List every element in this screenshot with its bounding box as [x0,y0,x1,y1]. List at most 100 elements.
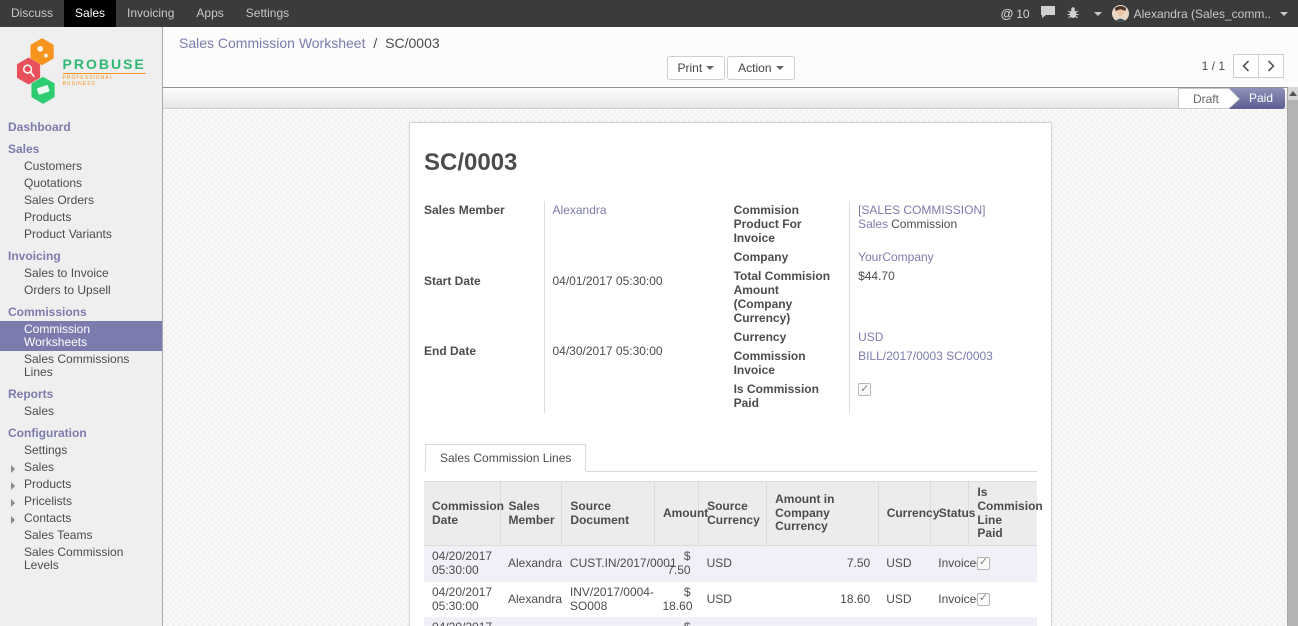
sidebar-item-config-pricelists[interactable]: Pricelists [0,493,162,510]
cell-amount: $ 18.60 [654,582,698,618]
table-row[interactable]: 04/20/2017 10:35:53 Alexandra SO008 $ 18… [424,617,1037,626]
field-row: Start Date 04/01/2017 05:30:00 [424,272,712,343]
breadcrumb-parent-link[interactable]: Sales Commission Worksheet [179,35,365,51]
action-button[interactable]: Action [727,56,794,80]
sidebar-section-configuration[interactable]: Configuration [0,425,162,442]
col-header-currency: Currency [878,482,930,546]
action-button-label: Action [738,61,771,75]
nav-item-discuss[interactable]: Discuss [0,0,64,27]
field-value-end-date: 04/30/2017 05:30:00 [544,342,712,413]
sidebar-item-sales-teams[interactable]: Sales Teams [0,527,162,544]
breadcrumb-separator: / [373,35,377,51]
sidebar-item-product-variants[interactable]: Product Variants [0,226,162,243]
sidebar-item-quotations[interactable]: Quotations [0,175,162,192]
nav-item-invoicing[interactable]: Invoicing [116,0,185,27]
sidebar-item-config-contacts[interactable]: Contacts [0,510,162,527]
tab-strip: Sales Commission Lines [424,443,1037,472]
pager-previous-button[interactable] [1233,54,1259,78]
scrollbar-thumb[interactable] [1288,100,1298,626]
sidebar-section-sales[interactable]: Sales [0,141,162,158]
cell-amount-company: 18.60 [767,582,879,618]
field-label-end-date: End Date [424,342,544,413]
status-step-draft[interactable]: Draft [1178,88,1229,109]
sidebar-item-config-settings[interactable]: Settings [0,442,162,459]
user-menu[interactable]: Alexandra (Sales_comm.. [1112,5,1288,22]
debug-icon[interactable] [1066,6,1080,22]
sidebar-item-sales-orders[interactable]: Sales Orders [0,192,162,209]
chevron-down-icon [776,66,784,70]
action-button-box: Print Action [665,56,795,80]
field-label-commission-product: Commision Product For Invoice [734,201,850,248]
col-header-commission-date: Commission Date [424,482,500,546]
mention-counter[interactable]: @ 10 [1001,6,1030,21]
field-label-company: Company [734,248,850,267]
messages-icon[interactable] [1040,5,1056,22]
field-row: Company YourCompany [734,248,1037,267]
at-icon: @ [1001,6,1014,21]
avatar [1112,5,1129,22]
commission-invoice-link[interactable]: BILL/2017/0003 SC/0003 [858,349,993,363]
field-row: End Date 04/30/2017 05:30:00 [424,342,712,413]
pager-buttons [1233,54,1284,78]
commission-lines-table: Commission Date Sales Member Source Docu… [424,481,1037,626]
pager-count: 1 / 1 [1202,59,1225,73]
debug-caret-icon[interactable] [1094,12,1102,16]
tab-sales-commission-lines[interactable]: Sales Commission Lines [425,444,586,472]
sales-member-link[interactable]: Alexandra [553,203,607,217]
top-navbar: Discuss Sales Invoicing Apps Settings @ … [0,0,1298,27]
sidebar-item-dashboard[interactable]: Dashboard [0,119,162,136]
notebook: Sales Commission Lines Commission Date S… [424,443,1037,626]
pager-next-button[interactable] [1258,54,1284,78]
cell-date: 04/20/2017 05:30:00 [424,582,500,618]
app-menu: Discuss Sales Invoicing Apps Settings [0,0,300,27]
scroll-up-button[interactable] [1288,87,1298,100]
cell-currency: USD [878,546,930,582]
sidebar-item-config-products[interactable]: Products [0,476,162,493]
table-row[interactable]: 04/20/2017 05:30:00 Alexandra INV/2017/0… [424,582,1037,618]
sidebar-section-invoicing[interactable]: Invoicing [0,248,162,265]
sidebar: PROBUSE PROFESSIONAL BUSINESS Dashboard … [0,27,163,626]
sidebar-item-reports-sales[interactable]: Sales [0,403,162,420]
cell-amount-company: 7.50 [767,546,879,582]
sidebar-item-label: Pricelists [24,494,72,508]
company-link[interactable]: YourCompany [858,250,934,264]
sidebar-item-config-sales[interactable]: Sales [0,459,162,476]
sidebar-item-sales-commissions-lines[interactable]: Sales Commissions Lines [0,351,162,381]
field-row: Currency USD [734,328,1037,347]
sidebar-item-commission-worksheets[interactable]: Commission Worksheets [0,321,162,351]
mention-count: 10 [1016,7,1029,21]
field-value-is-commission-paid: ✓ [850,380,1037,413]
logo-text: PROBUSE PROFESSIONAL BUSINESS [63,56,146,87]
sidebar-item-orders-to-upsell[interactable]: Orders to Upsell [0,282,162,299]
print-button[interactable]: Print [666,56,725,80]
probuse-logo: PROBUSE PROFESSIONAL BUSINESS [16,35,146,107]
nav-item-settings[interactable]: Settings [235,0,300,27]
pager: 1 / 1 [1202,54,1284,78]
field-label-commission-invoice: Commission Invoice [734,347,850,380]
breadcrumb: Sales Commission Worksheet / SC/0003 [179,35,440,51]
field-value-commission-invoice: BILL/2017/0003 SC/0003 [850,347,1037,380]
cell-status: Invoiced [930,546,969,582]
col-header-source-document: Source Document [562,482,655,546]
chevron-left-icon [1242,60,1250,72]
vertical-scrollbar[interactable] [1287,87,1298,626]
field-row: Is Commission Paid ✓ [734,380,1037,413]
cell-status: Invoiced [930,582,969,618]
sidebar-item-products[interactable]: Products [0,209,162,226]
sidebar-section: Dashboard [0,119,162,136]
nav-item-apps[interactable]: Apps [185,0,234,27]
field-value-commission-product: [SALES COMMISSION] SalesCommission [850,201,1037,248]
nav-item-sales[interactable]: Sales [64,0,116,27]
currency-link[interactable]: USD [858,330,883,344]
sidebar-item-sales-to-invoice[interactable]: Sales to Invoice [0,265,162,282]
sidebar-item-customers[interactable]: Customers [0,158,162,175]
cell-date: 04/20/2017 05:30:00 [424,546,500,582]
cell-date: 04/20/2017 10:35:53 [424,617,500,626]
sidebar-item-sales-commission-levels[interactable]: Sales Commission Levels [0,544,162,574]
table-row[interactable]: 04/20/2017 05:30:00 Alexandra CUST.IN/20… [424,546,1037,582]
sidebar-item-label: Products [24,477,71,491]
check-icon: ✓ [979,556,988,569]
field-groups: Sales Member Alexandra Start Date 04/01/… [424,201,1037,413]
sidebar-section-reports[interactable]: Reports [0,386,162,403]
sidebar-section-commissions[interactable]: Commissions [0,304,162,321]
